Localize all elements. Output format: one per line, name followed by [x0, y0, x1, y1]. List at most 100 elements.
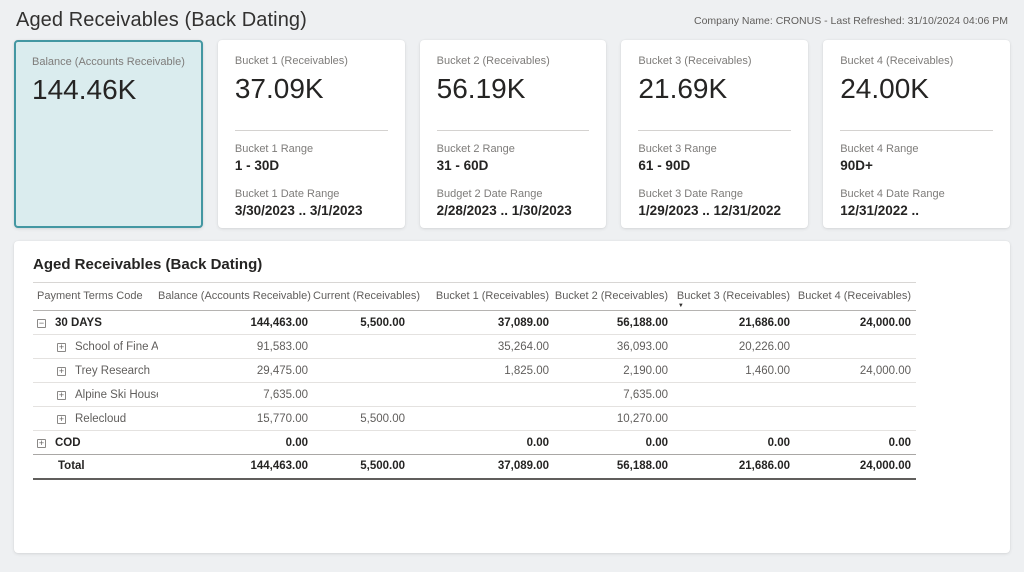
date-range-label: Bucket 1 Date Range — [235, 188, 388, 201]
cell-bucket-3: 21,686.00 — [673, 455, 795, 479]
table-row-trey-research: + Trey Research 29,475.00 1,825.00 2,190.… — [33, 359, 916, 383]
cell-bucket-1: 1,825.00 — [410, 359, 554, 383]
row-label: School of Fine Art — [75, 341, 158, 353]
table-row-relecloud: + Relecloud 15,770.00 5,500.00 10,270.00 — [33, 407, 916, 431]
cell-bucket-1: 37,089.00 — [410, 311, 554, 335]
report-header: Aged Receivables (Back Dating) Company N… — [0, 0, 1024, 40]
card-bucket-2[interactable]: Bucket 2 (Receivables) 56.19K Bucket 2 R… — [420, 40, 607, 228]
cell-balance: 29,475.00 — [158, 359, 313, 383]
card-divider — [638, 130, 791, 131]
cell-bucket-3: 0.00 — [673, 431, 795, 455]
cell-bucket-2: 56,188.00 — [554, 311, 673, 335]
matrix-table: Payment Terms Code Balance (Accounts Rec… — [33, 283, 916, 480]
card-value: 56.19K — [437, 72, 590, 106]
range-value: 90D+ — [840, 157, 993, 174]
aged-receivables-matrix: Aged Receivables (Back Dating) Payment T… — [14, 241, 1010, 553]
cell-bucket-4: 24,000.00 — [795, 311, 916, 335]
company-refresh-status: Company Name: CRONUS - Last Refreshed: 3… — [694, 9, 1008, 27]
card-divider — [437, 130, 590, 131]
cell-bucket-1: 0.00 — [410, 431, 554, 455]
range-label: Bucket 1 Range — [235, 143, 388, 156]
cell-balance: 0.00 — [158, 431, 313, 455]
date-range-value: 12/31/2022 .. — [840, 202, 993, 219]
cell-bucket-4 — [795, 407, 916, 431]
expand-icon[interactable]: + — [57, 367, 66, 376]
cell-bucket-1 — [410, 407, 554, 431]
date-range-value: 1/29/2023 .. 12/31/2022 — [638, 202, 791, 219]
row-label: Total — [58, 460, 85, 472]
column-header-payment-terms-code[interactable]: Payment Terms Code — [33, 283, 158, 311]
card-bucket-3[interactable]: Bucket 3 (Receivables) 21.69K Bucket 3 R… — [621, 40, 808, 228]
date-range-label: Bucket 4 Date Range — [840, 188, 993, 201]
range-label: Bucket 2 Range — [437, 143, 590, 156]
date-range-label: Budget 2 Date Range — [437, 188, 590, 201]
range-value: 1 - 30D — [235, 157, 388, 174]
date-range-value: 2/28/2023 .. 1/30/2023 — [437, 202, 590, 219]
expand-icon[interactable]: + — [37, 439, 46, 448]
card-value: 21.69K — [638, 72, 791, 106]
card-divider — [840, 130, 993, 131]
column-header-bucket-3[interactable]: Bucket 3 (Receivables)▼ — [673, 283, 795, 311]
table-row-total: Total 144,463.00 5,500.00 37,089.00 56,1… — [33, 455, 916, 479]
range-label: Bucket 4 Range — [840, 143, 993, 156]
column-header-current[interactable]: Current (Receivables) — [313, 283, 410, 311]
column-header-bucket-1[interactable]: Bucket 1 (Receivables) — [410, 283, 554, 311]
cell-current: 5,500.00 — [313, 311, 410, 335]
cell-bucket-2: 2,190.00 — [554, 359, 673, 383]
cell-bucket-2: 36,093.00 — [554, 335, 673, 359]
cell-bucket-1: 35,264.00 — [410, 335, 554, 359]
card-label: Bucket 1 (Receivables) — [235, 55, 388, 68]
cell-balance: 7,635.00 — [158, 383, 313, 407]
cell-bucket-3: 1,460.00 — [673, 359, 795, 383]
card-divider — [235, 130, 388, 131]
card-bucket-4[interactable]: Bucket 4 (Receivables) 24.00K Bucket 4 R… — [823, 40, 1010, 228]
cell-bucket-4: 24,000.00 — [795, 359, 916, 383]
collapse-icon[interactable]: − — [37, 319, 46, 328]
column-header-bucket-4[interactable]: Bucket 4 (Receivables) — [795, 283, 916, 311]
cell-bucket-1: 37,089.00 — [410, 455, 554, 479]
column-header-balance[interactable]: Balance (Accounts Receivable) — [158, 283, 313, 311]
table-row-cod: + COD 0.00 0.00 0.00 0.00 0.00 — [33, 431, 916, 455]
row-label: Trey Research — [75, 365, 150, 377]
row-label: Relecloud — [75, 413, 126, 425]
cell-current: 5,500.00 — [313, 407, 410, 431]
cell-bucket-2: 10,270.00 — [554, 407, 673, 431]
column-header-bucket-2[interactable]: Bucket 2 (Receivables) — [554, 283, 673, 311]
expand-icon[interactable]: + — [57, 415, 66, 424]
cell-bucket-3 — [673, 407, 795, 431]
row-label: Alpine Ski House — [75, 389, 158, 401]
cell-bucket-2: 56,188.00 — [554, 455, 673, 479]
expand-icon[interactable]: + — [57, 391, 66, 400]
range-value: 31 - 60D — [437, 157, 590, 174]
table-row-30-days: −30 DAYS 144,463.00 5,500.00 37,089.00 5… — [33, 311, 916, 335]
card-bucket-1[interactable]: Bucket 1 (Receivables) 37.09K Bucket 1 R… — [218, 40, 405, 228]
matrix-title: Aged Receivables (Back Dating) — [33, 256, 916, 283]
card-label: Bucket 4 (Receivables) — [840, 55, 993, 68]
card-value: 144.46K — [32, 73, 185, 107]
matrix-header-row: Payment Terms Code Balance (Accounts Rec… — [33, 283, 916, 311]
range-label: Bucket 3 Range — [638, 143, 791, 156]
column-header-label: Bucket 3 (Receivables) — [677, 290, 790, 302]
card-label: Balance (Accounts Receivable) — [32, 56, 185, 69]
card-label: Bucket 3 (Receivables) — [638, 55, 791, 68]
card-value: 37.09K — [235, 72, 388, 106]
page-title: Aged Receivables (Back Dating) — [16, 9, 307, 32]
card-balance-accounts-receivable[interactable]: Balance (Accounts Receivable) 144.46K — [14, 40, 203, 228]
card-value: 24.00K — [840, 72, 993, 106]
row-label: COD — [55, 437, 81, 449]
cell-balance: 15,770.00 — [158, 407, 313, 431]
cell-bucket-3 — [673, 383, 795, 407]
expand-icon[interactable]: + — [57, 343, 66, 352]
cell-bucket-4: 0.00 — [795, 431, 916, 455]
table-row-school-of-fine-art: +School of Fine Art 91,583.00 35,264.00 … — [33, 335, 916, 359]
cell-bucket-3: 21,686.00 — [673, 311, 795, 335]
kpi-cards-row: Balance (Accounts Receivable) 144.46K Bu… — [14, 40, 1010, 228]
cell-bucket-2: 0.00 — [554, 431, 673, 455]
cell-bucket-4: 24,000.00 — [795, 455, 916, 479]
range-value: 61 - 90D — [638, 157, 791, 174]
cell-bucket-4 — [795, 335, 916, 359]
card-label: Bucket 2 (Receivables) — [437, 55, 590, 68]
cell-balance: 91,583.00 — [158, 335, 313, 359]
cell-current: 5,500.00 — [313, 455, 410, 479]
cell-bucket-4 — [795, 383, 916, 407]
